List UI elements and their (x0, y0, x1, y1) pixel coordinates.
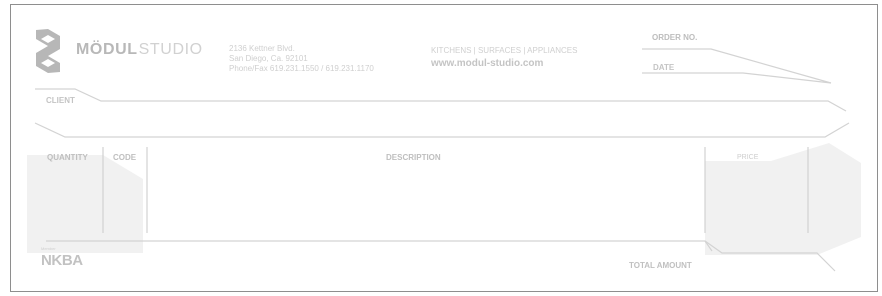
partner-membership-label: Member (41, 246, 56, 251)
company-address: 2136 Kettner Blvd. San Diego, Ca. 92101 … (229, 44, 419, 74)
address-line-2: San Diego, Ca. 92101 (229, 54, 308, 63)
description-column-header: DESCRIPTION (386, 153, 441, 162)
date-label: DATE (653, 63, 675, 72)
total-divider-line (704, 240, 713, 252)
partner-logo: NKBA (41, 252, 83, 269)
table-bottom-line (46, 240, 836, 272)
quantity-column-header: QUANTITY (47, 153, 88, 162)
modul-s-logo-icon (34, 27, 62, 75)
client-line (35, 88, 847, 112)
brand-name-bold: MÖDUL (76, 41, 138, 58)
address-line-1: 2136 Kettner Blvd. (229, 44, 295, 53)
modul-s-logo-icon-svg (36, 29, 60, 73)
watermark-graphic-left (27, 155, 143, 253)
watermark-graphic-right (705, 143, 861, 255)
website-link[interactable]: www.modul-studio.com (431, 58, 543, 70)
total-amount-label: TOTAL AMOUNT (629, 261, 692, 270)
client-label: CLIENT (46, 96, 75, 105)
order-form-frame: MÖDULSTUDIO 2136 Kettner Blvd. San Diego… (10, 4, 878, 292)
price-column-header: PRICE (737, 154, 759, 161)
code-column-header: CODE (113, 153, 137, 162)
order-number-label: ORDER NO. (652, 33, 698, 42)
service-tagline: KITCHENS | SURFACES | APPLIANCES (431, 46, 578, 55)
brand-name: MÖDULSTUDIO (76, 40, 203, 60)
date-line (642, 72, 832, 84)
brand-name-light: STUDIO (138, 41, 203, 58)
table-top-line (34, 122, 850, 138)
address-line-3: Phone/Fax 619.231.1550 / 619.231.1170 (229, 64, 374, 73)
order-form-page: MÖDULSTUDIO 2136 Kettner Blvd. San Diego… (0, 0, 882, 296)
